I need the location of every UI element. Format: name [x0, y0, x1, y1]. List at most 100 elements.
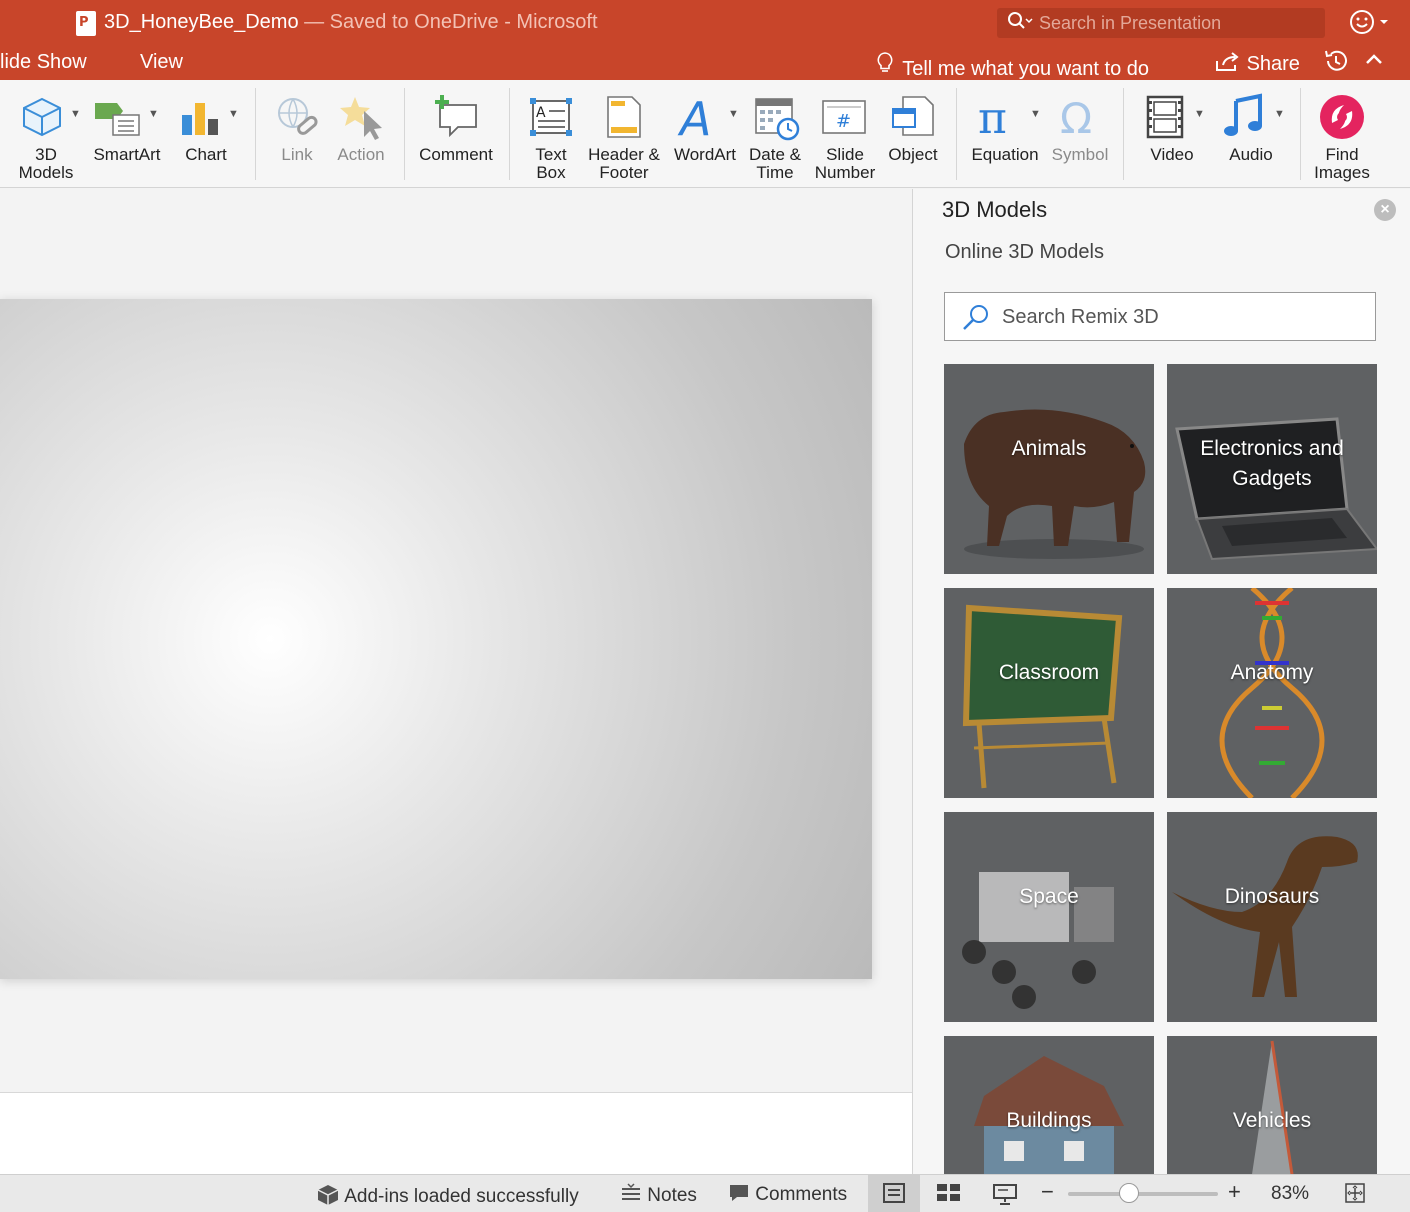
zoom-level[interactable]: 83% — [1271, 1183, 1309, 1205]
grid-view-icon — [937, 1184, 960, 1201]
ribbon-label: Text Box — [535, 145, 567, 182]
house-image — [944, 1036, 1154, 1174]
search-icon — [1007, 11, 1033, 38]
addins-icon — [317, 1185, 339, 1205]
share-button[interactable]: Share — [1215, 51, 1300, 76]
ribbon-label: Video — [1150, 145, 1194, 164]
slide-number-button[interactable]: # Slide Number — [810, 80, 880, 188]
ribbon-label: Object — [888, 145, 938, 164]
find-images-button[interactable]: Find Images — [1308, 80, 1376, 188]
ribbon-divider — [404, 88, 405, 180]
comment-button[interactable]: Comment — [414, 80, 498, 188]
ribbon-label: WordArt — [673, 145, 737, 164]
category-tile-buildings[interactable]: Buildings — [944, 1036, 1154, 1174]
ribbon-tab-row: lide Show View Tell me what you want to … — [0, 48, 1410, 80]
date-time-button[interactable]: Date & Time — [744, 80, 806, 188]
tab-view[interactable]: View — [140, 51, 183, 74]
notes-label: Notes — [647, 1185, 697, 1206]
search-placeholder: Search in Presentation — [1039, 13, 1222, 33]
history-icon[interactable] — [1323, 48, 1349, 81]
feedback-smiley-icon[interactable] — [1349, 8, 1397, 44]
chevron-down-icon: ▼ — [1030, 108, 1041, 120]
ribbon-label: Equation — [971, 145, 1039, 164]
ribbon-divider — [255, 88, 256, 180]
header-footer-button[interactable]: Header & Footer — [586, 80, 662, 188]
chevron-down-icon: ▼ — [1194, 108, 1205, 120]
category-tile-vehicles[interactable]: Vehicles — [1167, 1036, 1377, 1174]
zoom-in-icon[interactable]: + — [1228, 1179, 1241, 1205]
slide-sorter-button[interactable] — [936, 1182, 962, 1210]
comments-icon — [730, 1185, 748, 1201]
zoom-slider-thumb[interactable] — [1118, 1183, 1139, 1203]
category-tile-space[interactable]: Space — [944, 812, 1154, 1022]
smartart-button[interactable]: ▼ SmartArt — [88, 80, 166, 188]
tell-me-label: Tell me what you want to do — [902, 58, 1149, 80]
action-button[interactable]: Action — [330, 80, 392, 188]
insert-ribbon: ▼ 3D Models ▼ SmartArt ▼ Chart Link Acti… — [0, 80, 1410, 188]
ribbon-label: Audio — [1229, 145, 1273, 164]
zoom-slider[interactable] — [1068, 1192, 1218, 1196]
chevron-down-icon: ▼ — [1274, 108, 1285, 120]
omega-icon: Ω — [1060, 94, 1092, 141]
reading-view-button[interactable] — [992, 1182, 1018, 1212]
close-icon[interactable]: × — [1374, 199, 1396, 221]
collapse-ribbon-icon[interactable] — [1365, 49, 1383, 72]
text-box-button[interactable]: A Text Box — [520, 80, 582, 188]
header-footer-icon — [607, 96, 641, 138]
addins-status[interactable]: Add-ins loaded successfully — [316, 1183, 579, 1208]
link-button[interactable]: Link — [268, 80, 326, 188]
search-icon — [963, 305, 988, 330]
chevron-down-icon: ▼ — [70, 108, 81, 120]
3d-models-button[interactable]: ▼ 3D Models — [10, 80, 82, 188]
share-label: Share — [1246, 53, 1300, 75]
bear-image — [944, 364, 1154, 574]
symbol-button[interactable]: Ω Symbol — [1048, 80, 1112, 188]
ribbon-label: Date & Time — [749, 145, 801, 182]
ribbon-label: Find Images — [1314, 145, 1370, 182]
comment-icon — [435, 95, 477, 138]
status-bar: Add-ins loaded successfully Notes Commen… — [0, 1174, 1410, 1212]
ribbon-label: Action — [337, 145, 385, 164]
rover-image — [944, 812, 1154, 1022]
audio-button[interactable]: ▼ Audio — [1214, 80, 1288, 188]
svg-text:π: π — [978, 93, 1007, 141]
search-in-presentation[interactable]: Search in Presentation — [997, 8, 1325, 38]
category-tile-electronics[interactable]: Electronics and Gadgets — [1167, 364, 1377, 574]
fit-to-window-icon[interactable] — [1344, 1182, 1366, 1210]
remix-search-input[interactable]: Search Remix 3D — [944, 292, 1376, 341]
object-button[interactable]: Object — [882, 80, 944, 188]
normal-view-button[interactable] — [868, 1175, 920, 1212]
notes-pane[interactable] — [0, 1092, 912, 1174]
slide-canvas[interactable] — [0, 299, 872, 979]
wordart-button[interactable]: A ▼ WordArt — [668, 80, 742, 188]
category-tile-classroom[interactable]: Classroom — [944, 588, 1154, 798]
calendar-clock-icon — [755, 98, 800, 141]
chart-button[interactable]: ▼ Chart — [172, 80, 240, 188]
category-tile-animals[interactable]: Animals — [944, 364, 1154, 574]
wordart-icon: A — [677, 93, 711, 141]
zoom-out-icon[interactable]: − — [1041, 1179, 1054, 1205]
ribbon-label: Symbol — [1051, 145, 1109, 164]
pane-subtitle: Online 3D Models — [945, 241, 1104, 263]
tile-label: Electronics and Gadgets — [1200, 437, 1344, 490]
notes-icon — [622, 1183, 640, 1200]
object-icon — [892, 96, 934, 136]
sailboat-image — [1167, 1036, 1377, 1174]
tell-me-box[interactable]: Tell me what you want to do — [875, 51, 1149, 81]
bar-chart-icon — [182, 103, 218, 135]
category-tile-dinosaurs[interactable]: Dinosaurs — [1167, 812, 1377, 1022]
action-star-icon — [340, 97, 382, 140]
ribbon-label: 3D Models — [18, 145, 74, 182]
smartart-icon — [95, 103, 140, 136]
comments-button[interactable]: Comments — [728, 1183, 847, 1206]
svg-text:A: A — [677, 93, 711, 141]
ribbon-label: Header & Footer — [588, 145, 660, 182]
category-tile-anatomy[interactable]: Anatomy — [1167, 588, 1377, 798]
video-button[interactable]: ▼ Video — [1136, 80, 1208, 188]
tab-slide-show[interactable]: lide Show — [0, 51, 87, 74]
notes-button[interactable]: Notes — [620, 1183, 697, 1207]
ribbon-divider — [956, 88, 957, 180]
svg-text:A: A — [536, 105, 546, 121]
equation-button[interactable]: π ▼ Equation — [966, 80, 1044, 188]
dna-image — [1167, 588, 1377, 798]
